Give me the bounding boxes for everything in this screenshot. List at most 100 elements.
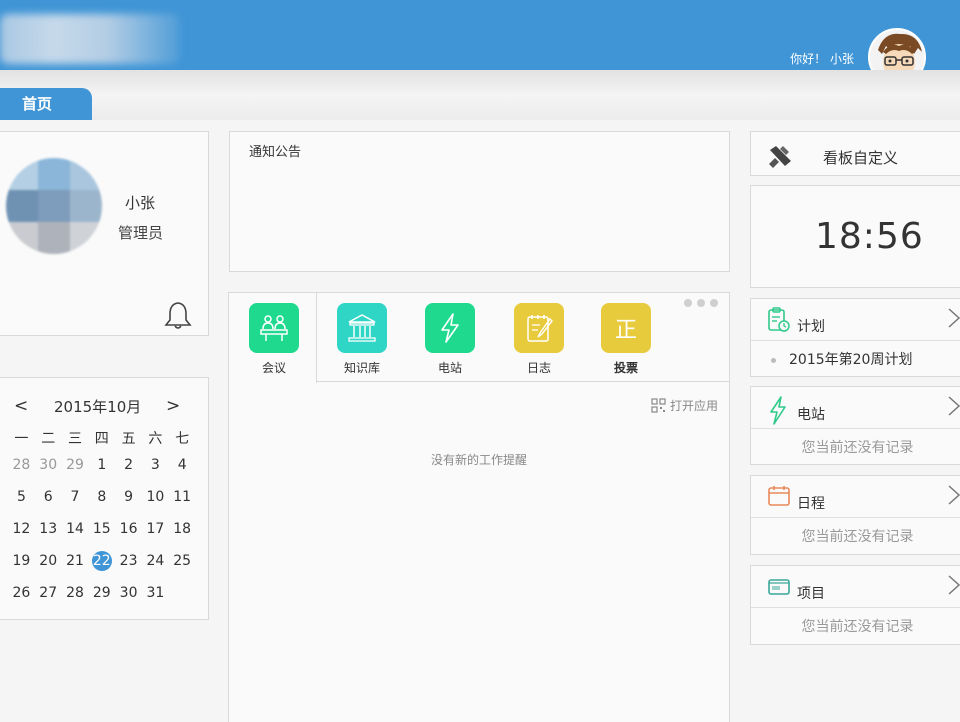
calendar-day-number: 14 bbox=[66, 521, 84, 537]
calendar-day-number: 3 bbox=[150, 457, 160, 473]
calendar-day[interactable]: 29 bbox=[88, 580, 115, 612]
calendar-day-number: 17 bbox=[146, 521, 165, 537]
app-library[interactable]: 知识库 bbox=[327, 303, 397, 376]
calendar-prev-button[interactable]: < bbox=[14, 396, 28, 416]
tab-bar bbox=[0, 70, 960, 120]
chevron-right-icon[interactable] bbox=[947, 574, 960, 602]
app-power-station[interactable]: 电站 bbox=[415, 303, 485, 376]
calendar-day[interactable]: 13 bbox=[35, 516, 62, 548]
app-label: 投票 bbox=[613, 361, 638, 375]
tab-home[interactable]: 首页 bbox=[0, 88, 92, 120]
calendar-day-number: 29 bbox=[92, 585, 111, 601]
calendar-day-number: 26 bbox=[12, 585, 31, 601]
calendar-day[interactable]: 16 bbox=[115, 516, 142, 548]
calendar-next-button[interactable]: > bbox=[166, 396, 180, 416]
calendar-day-number: 6 bbox=[43, 489, 53, 505]
calendar-day-number: 18 bbox=[173, 521, 192, 537]
widget-header: 日程 bbox=[751, 476, 960, 518]
calendar-day[interactable]: 27 bbox=[35, 580, 62, 612]
tools-icon bbox=[767, 144, 793, 172]
chevron-right-icon[interactable] bbox=[947, 307, 960, 335]
calendar-day[interactable]: 28 bbox=[62, 580, 89, 612]
calendar-day-number: 28 bbox=[66, 585, 84, 601]
calendar-day-number: 10 bbox=[146, 489, 165, 505]
app-meeting[interactable]: 会议 bbox=[239, 303, 309, 376]
calendar-weekday: 二 bbox=[41, 431, 56, 447]
calendar-weekday: 四 bbox=[94, 431, 109, 447]
calendar-day[interactable]: 29 bbox=[62, 452, 89, 484]
svg-text:正: 正 bbox=[615, 318, 637, 343]
widget-title: 计划 bbox=[797, 319, 825, 335]
user-greeting: 你好！ 小张 bbox=[790, 52, 854, 66]
calendar-day-number: 13 bbox=[39, 521, 58, 537]
calendar-day-number: 27 bbox=[39, 585, 58, 601]
calendar-day[interactable]: 31 bbox=[142, 580, 169, 612]
app-vote[interactable]: 正 投票 bbox=[591, 303, 661, 376]
calendar-day-number: 5 bbox=[16, 489, 26, 505]
profile-name: 小张 bbox=[125, 194, 156, 212]
profile-card: 小张 管理员 bbox=[0, 131, 209, 336]
calendar-day[interactable]: 12 bbox=[8, 516, 35, 548]
calendar-day[interactable]: 30 bbox=[115, 580, 142, 612]
widget-title: 电站 bbox=[797, 407, 825, 423]
calendar-icon bbox=[767, 484, 791, 512]
calendar-day-number: 8 bbox=[97, 489, 107, 505]
chevron-right-icon[interactable] bbox=[947, 395, 960, 423]
calendar-day[interactable]: 21 bbox=[62, 548, 89, 580]
chevron-right-icon[interactable] bbox=[947, 484, 960, 512]
calendar-day[interactable]: 3 bbox=[142, 452, 169, 484]
calendar-day-number: 1 bbox=[97, 457, 107, 473]
calendar-day[interactable]: 7 bbox=[62, 484, 89, 516]
app-label: 日志 bbox=[526, 361, 551, 375]
app-log[interactable]: 日志 bbox=[504, 303, 574, 376]
calendar-day[interactable]: 8 bbox=[88, 484, 115, 516]
calendar-day-number: 20 bbox=[39, 553, 58, 569]
calendar-day[interactable]: 30 bbox=[35, 452, 62, 484]
profile-avatar bbox=[6, 158, 102, 254]
calendar-day[interactable]: 9 bbox=[115, 484, 142, 516]
vote-icon: 正 bbox=[601, 303, 651, 353]
open-app-button[interactable]: 打开应用 bbox=[651, 397, 718, 414]
widget-empty-text: 您当前还没有记录 bbox=[801, 529, 914, 545]
widget-schedule: 日程 您当前还没有记录 bbox=[750, 475, 960, 555]
calendar-day[interactable]: 4 bbox=[169, 452, 196, 484]
widget-project: 项目 您当前还没有记录 bbox=[750, 565, 960, 645]
calendar-day[interactable]: 18 bbox=[169, 516, 196, 548]
calendar-day[interactable]: 20 bbox=[35, 548, 62, 580]
calendar-day[interactable]: 10 bbox=[142, 484, 169, 516]
board-customize-button[interactable]: 看板自定义 bbox=[750, 131, 960, 176]
calendar-day bbox=[169, 580, 196, 612]
calendar-weekday: 七 bbox=[175, 431, 190, 447]
widget-plan-item[interactable]: 2015年第20周计划 bbox=[751, 349, 960, 369]
calendar-day[interactable]: 24 bbox=[142, 548, 169, 580]
widget-title: 日程 bbox=[797, 496, 825, 512]
calendar-day-number: 30 bbox=[119, 585, 138, 601]
lightning-icon bbox=[767, 395, 789, 429]
calendar-day[interactable]: 25 bbox=[169, 548, 196, 580]
calendar-day[interactable]: 17 bbox=[142, 516, 169, 548]
widget-empty-text: 您当前还没有记录 bbox=[801, 619, 914, 635]
app-launcher: 会议 知识库 电站 日志 正 投票 bbox=[229, 293, 729, 383]
calendar-day[interactable]: 11 bbox=[169, 484, 196, 516]
calendar-day[interactable]: 14 bbox=[62, 516, 89, 548]
calendar-day[interactable]: 6 bbox=[35, 484, 62, 516]
more-options-icon[interactable] bbox=[684, 299, 718, 307]
calendar-week-row: 28 30 29 1 2 3 4 bbox=[8, 452, 198, 484]
clock-time: 18:56 bbox=[815, 216, 924, 257]
calendar-day[interactable]: 19 bbox=[8, 548, 35, 580]
calendar-day[interactable]: 1 bbox=[88, 452, 115, 484]
calendar-widget: < 2015年10月 > 一二三四五六七 28 30 29 1 2 3 4 5 6 7 8 9 10 11 1… bbox=[0, 377, 209, 620]
calendar-day[interactable]: 28 bbox=[8, 452, 35, 484]
calendar-day-number: 15 bbox=[92, 521, 111, 537]
calendar-day-number: 19 bbox=[12, 553, 31, 569]
bell-icon[interactable] bbox=[164, 300, 192, 330]
calendar-day[interactable]: 15 bbox=[88, 516, 115, 548]
calendar-day-number: 30 bbox=[39, 457, 58, 473]
notice-title: 通知公告 bbox=[249, 145, 302, 160]
calendar-day[interactable]: 26 bbox=[8, 580, 35, 612]
calendar-day[interactable]: 23 bbox=[115, 548, 142, 580]
logo bbox=[0, 14, 180, 64]
calendar-day[interactable]: 5 bbox=[8, 484, 35, 516]
calendar-day[interactable]: 2 bbox=[115, 452, 142, 484]
calendar-day-today[interactable]: 22 bbox=[88, 548, 115, 580]
